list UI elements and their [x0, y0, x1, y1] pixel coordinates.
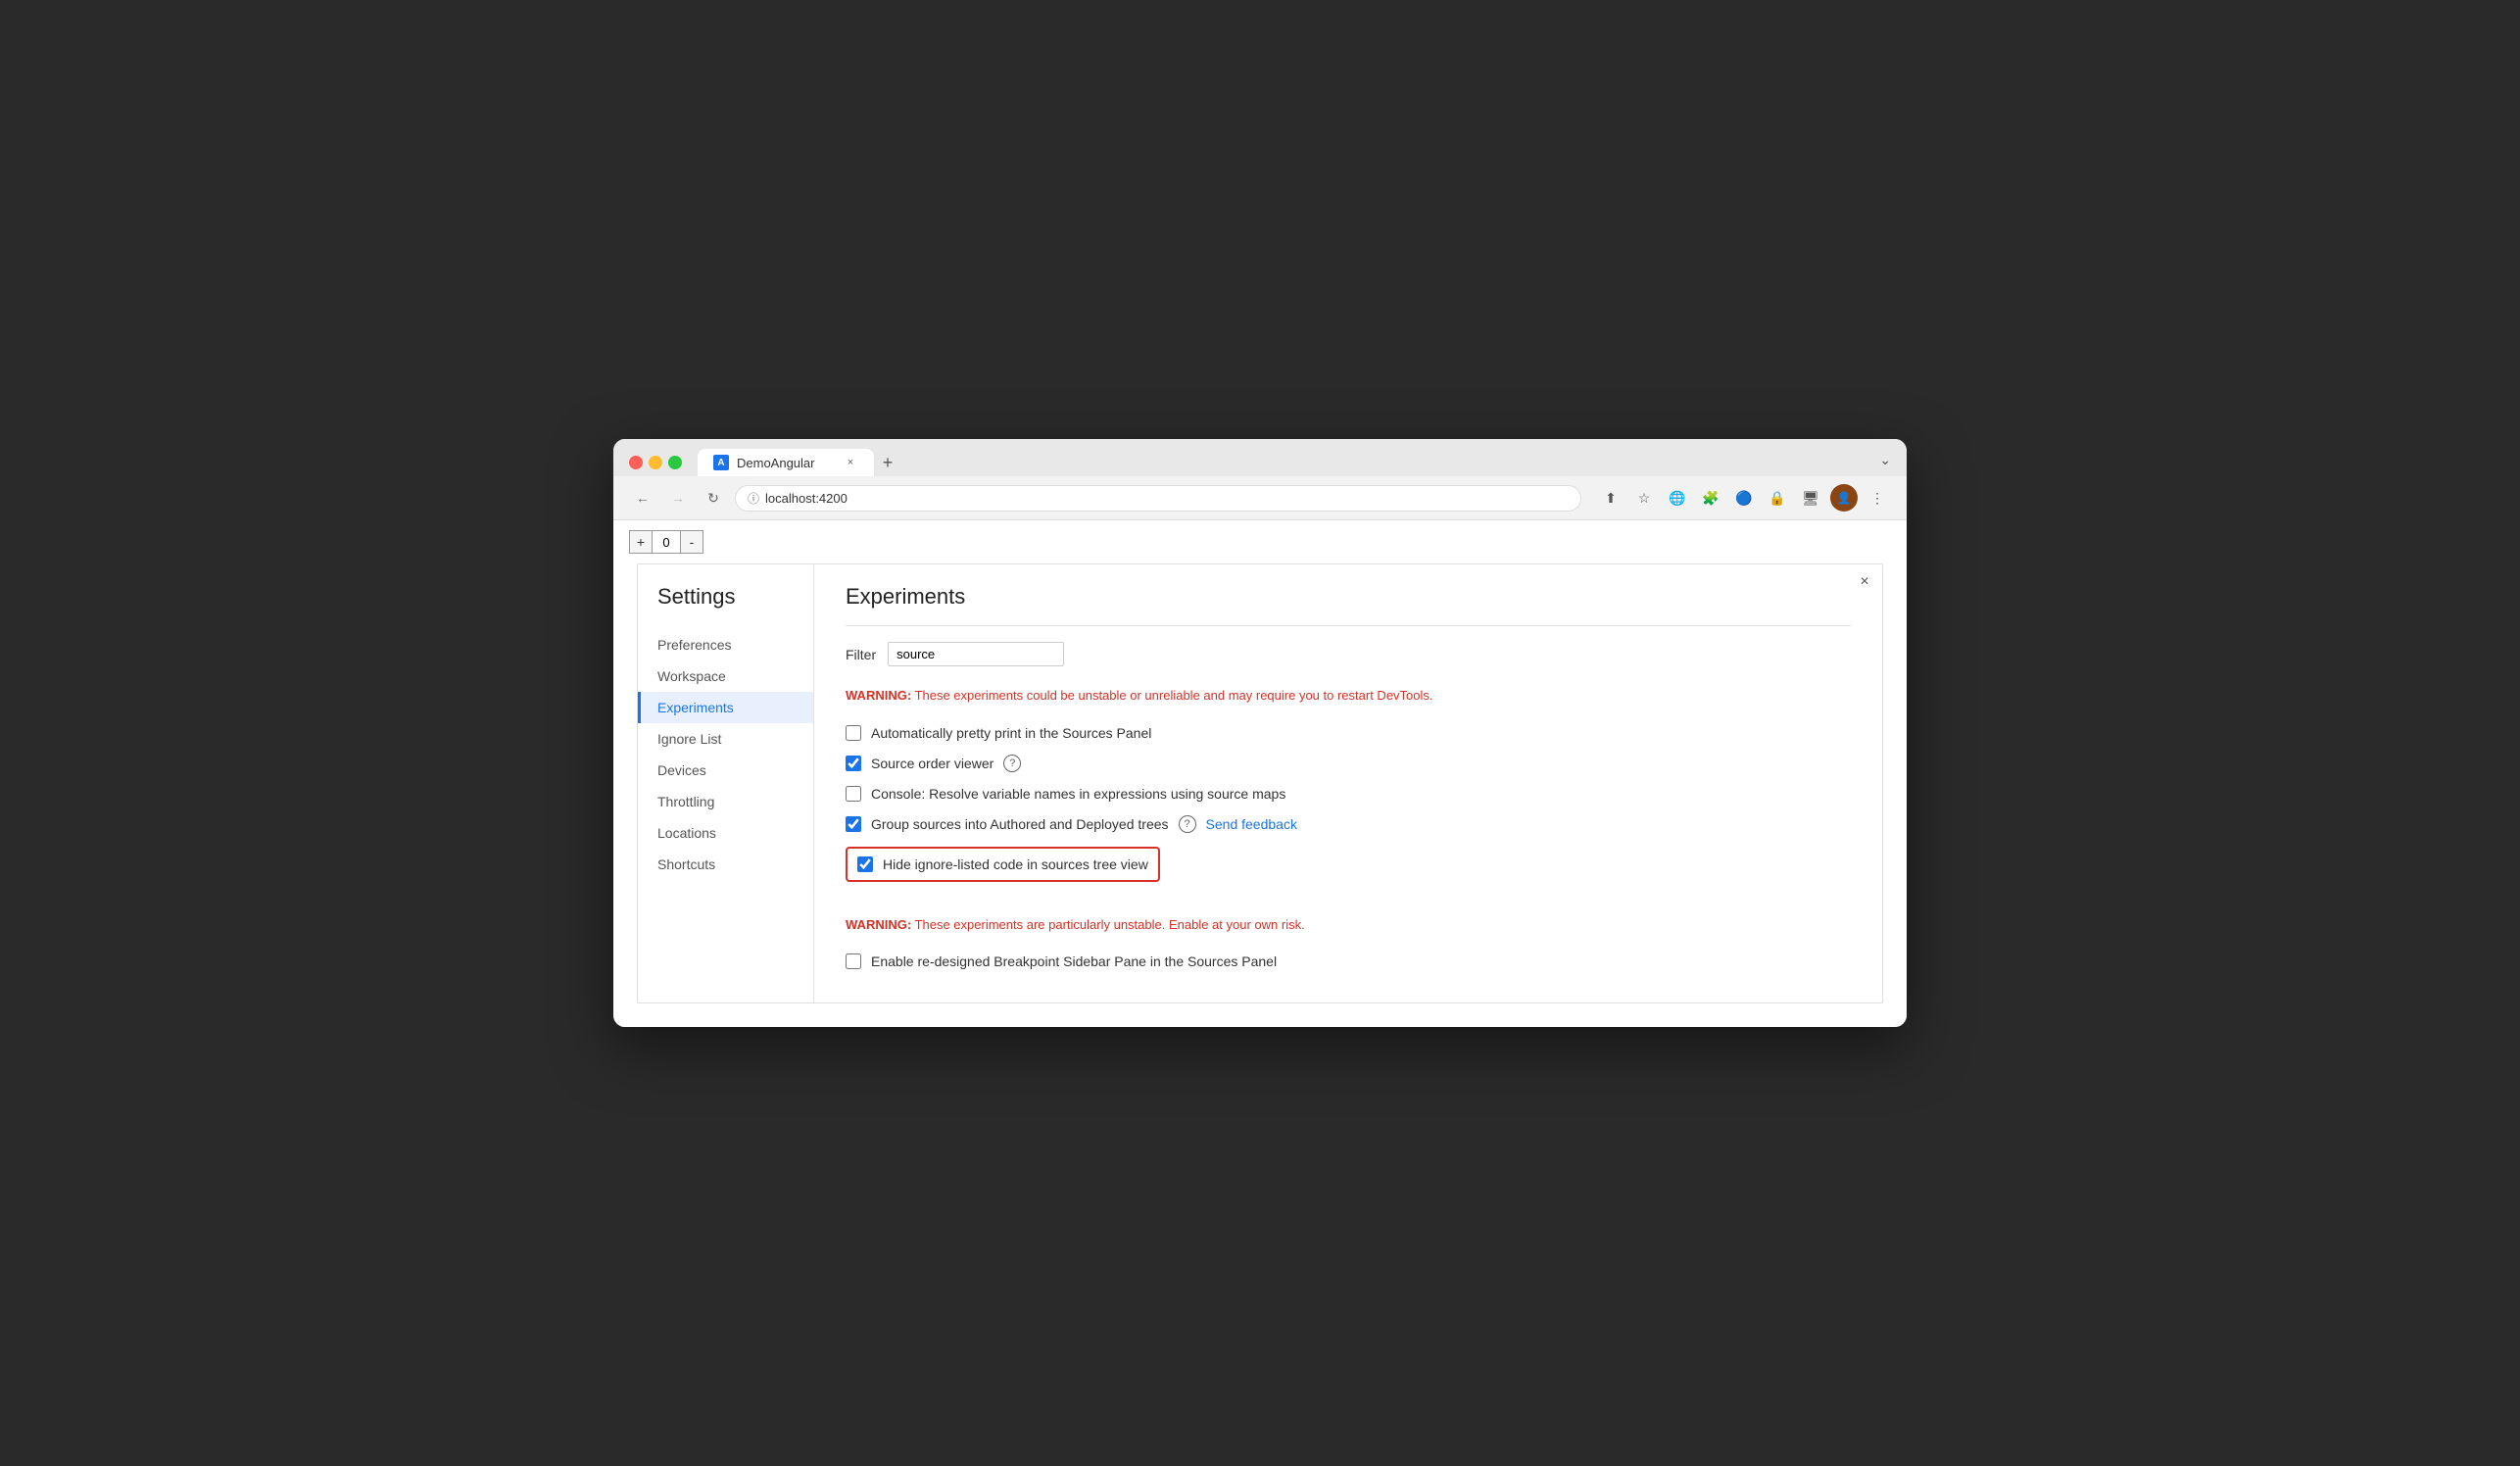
hide-ignore-checkbox[interactable] — [857, 856, 873, 872]
sidebar-item-ignore-list[interactable]: Ignore List — [638, 723, 813, 755]
window-controls: ⌄ — [1879, 452, 1891, 474]
navigation-bar: ← → ↻ ⓘ ⬆ ☆ 🌐 🧩 🔵 🔒 🖥 👤 ⋮ — [613, 476, 1907, 520]
active-tab[interactable]: A DemoAngular × — [698, 449, 874, 476]
menu-icon[interactable]: ⋮ — [1864, 484, 1891, 512]
devtools-panel: × Settings Preferences Workspace Experim… — [637, 563, 1883, 1003]
extension2-icon[interactable]: 🔵 — [1730, 484, 1758, 512]
sidebar-item-devices[interactable]: Devices — [638, 755, 813, 786]
group-sources-help-icon[interactable]: ? — [1179, 815, 1196, 833]
browser-window: A DemoAngular × + ⌄ ← → ↻ ⓘ ⬆ ☆ 🌐 🧩 🔵 🔒 … — [613, 439, 1907, 1027]
globe-icon[interactable]: 🌐 — [1664, 484, 1691, 512]
pretty-print-checkbox[interactable] — [846, 725, 861, 741]
source-order-label: Source order viewer — [871, 756, 993, 771]
hide-ignore-label: Hide ignore-listed code in sources tree … — [883, 856, 1148, 872]
sidebar-item-workspace[interactable]: Workspace — [638, 660, 813, 692]
breakpoint-sidebar-checkbox[interactable] — [846, 953, 861, 969]
filter-row: Filter — [846, 642, 1851, 666]
warning-general: WARNING: These experiments could be unst… — [846, 686, 1851, 706]
counter-widget: + 0 - — [613, 520, 1907, 563]
experiment-group-sources: Group sources into Authored and Deployed… — [846, 815, 1851, 833]
pretty-print-label: Automatically pretty print in the Source… — [871, 725, 1151, 741]
send-feedback-link[interactable]: Send feedback — [1206, 816, 1297, 832]
reload-button[interactable]: ↻ — [700, 484, 727, 512]
nav-actions: ⬆ ☆ 🌐 🧩 🔵 🔒 🖥 👤 ⋮ — [1597, 484, 1891, 512]
counter-value: 0 — [653, 530, 680, 554]
back-button[interactable]: ← — [629, 484, 656, 512]
settings-content: Experiments Filter WARNING: These experi… — [814, 564, 1882, 1002]
warning-unstable-label: WARNING: — [846, 917, 911, 932]
profile-button[interactable]: 👤 — [1830, 484, 1858, 512]
settings-title: Settings — [638, 584, 813, 629]
sidebar-item-experiments[interactable]: Experiments — [638, 692, 813, 723]
experiment-breakpoint-sidebar: Enable re-designed Breakpoint Sidebar Pa… — [846, 953, 1851, 969]
group-sources-label: Group sources into Authored and Deployed… — [871, 816, 1169, 832]
sidebar-item-locations[interactable]: Locations — [638, 817, 813, 849]
warning-general-text: These experiments could be unstable or u… — [915, 688, 1433, 703]
tab-title: DemoAngular — [737, 456, 815, 470]
tab-close-button[interactable]: × — [843, 455, 858, 470]
experiment-source-order: Source order viewer ? — [846, 755, 1851, 772]
source-order-help-icon[interactable]: ? — [1003, 755, 1021, 772]
extension4-icon[interactable]: 🖥 — [1797, 484, 1824, 512]
resolve-variable-label: Console: Resolve variable names in expre… — [871, 786, 1285, 802]
settings-sidebar: Settings Preferences Workspace Experimen… — [638, 564, 814, 1002]
minimize-traffic-light[interactable] — [649, 456, 662, 469]
traffic-lights — [629, 456, 682, 469]
filter-label: Filter — [846, 647, 876, 662]
source-order-checkbox[interactable] — [846, 756, 861, 771]
group-sources-checkbox[interactable] — [846, 816, 861, 832]
page-content: + 0 - × Settings Preferences Workspace E… — [613, 520, 1907, 1027]
title-bar: A DemoAngular × + ⌄ — [613, 439, 1907, 476]
new-tab-button[interactable]: + — [874, 449, 901, 476]
warning-unstable-text: These experiments are particularly unsta… — [915, 917, 1305, 932]
share-icon[interactable]: ⬆ — [1597, 484, 1624, 512]
breakpoint-sidebar-label: Enable re-designed Breakpoint Sidebar Pa… — [871, 953, 1277, 969]
devtools-close-button[interactable]: × — [1855, 572, 1874, 592]
extension3-icon[interactable]: 🔒 — [1764, 484, 1791, 512]
warning-label: WARNING: — [846, 688, 911, 703]
counter-plus-button[interactable]: + — [629, 530, 653, 554]
extension-icon[interactable]: 🧩 — [1697, 484, 1724, 512]
lock-icon: ⓘ — [748, 490, 759, 507]
bookmark-icon[interactable]: ☆ — [1630, 484, 1658, 512]
page-title: Experiments — [846, 584, 1851, 626]
tab-favicon: A — [713, 455, 729, 470]
warning-unstable: WARNING: These experiments are particula… — [846, 915, 1851, 935]
counter-minus-button[interactable]: - — [680, 530, 703, 554]
sidebar-item-preferences[interactable]: Preferences — [638, 629, 813, 660]
close-traffic-light[interactable] — [629, 456, 643, 469]
experiment-resolve-variable: Console: Resolve variable names in expre… — [846, 786, 1851, 802]
maximize-traffic-light[interactable] — [668, 456, 682, 469]
resolve-variable-checkbox[interactable] — [846, 786, 861, 802]
url-input[interactable] — [765, 491, 1569, 506]
filter-input[interactable] — [888, 642, 1064, 666]
forward-button[interactable]: → — [664, 484, 692, 512]
sidebar-item-shortcuts[interactable]: Shortcuts — [638, 849, 813, 880]
address-bar[interactable]: ⓘ — [735, 485, 1581, 512]
experiment-hide-ignore-wrapper: Hide ignore-listed code in sources tree … — [846, 847, 1851, 896]
experiment-hide-ignore: Hide ignore-listed code in sources tree … — [846, 847, 1160, 882]
sidebar-item-throttling[interactable]: Throttling — [638, 786, 813, 817]
tab-bar: A DemoAngular × + — [698, 449, 1871, 476]
experiment-pretty-print: Automatically pretty print in the Source… — [846, 725, 1851, 741]
